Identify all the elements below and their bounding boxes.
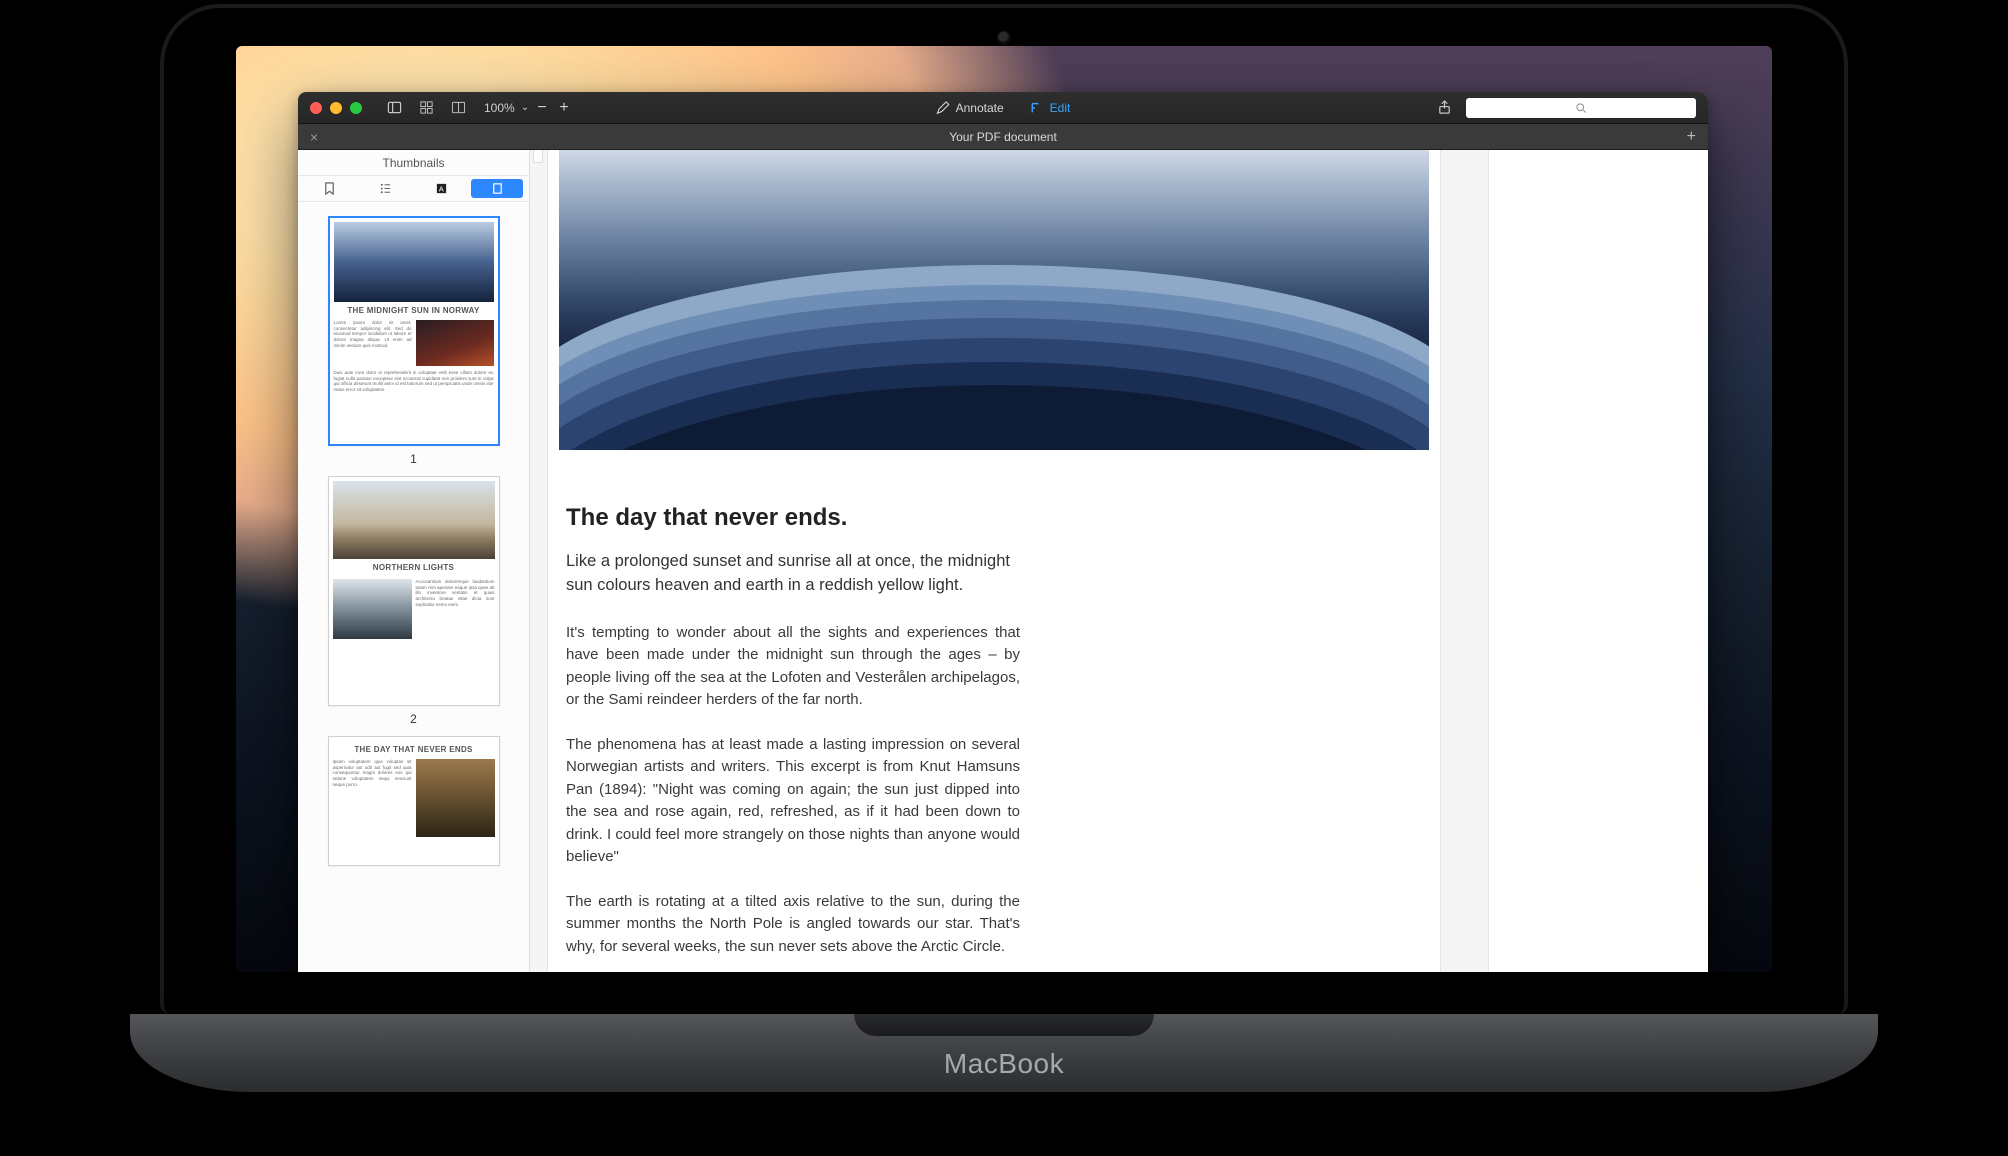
sidebar-tab-annotations[interactable]: A bbox=[416, 179, 468, 198]
tab-bar: × Your PDF document + bbox=[298, 124, 1708, 150]
tab-title[interactable]: Your PDF document bbox=[949, 130, 1057, 144]
inspector-panel bbox=[1488, 150, 1708, 972]
ruler-handle[interactable] bbox=[533, 150, 543, 163]
new-tab-button[interactable]: + bbox=[1687, 129, 1696, 145]
desktop-wallpaper: 100% ⌄ − + Annotate Edit bbox=[236, 46, 1772, 972]
document-paragraph: The earth is rotating at a tilted axis r… bbox=[566, 891, 1020, 959]
edit-mode-button[interactable]: Edit bbox=[1030, 101, 1071, 115]
macbook-label: MacBook bbox=[944, 1048, 1064, 1080]
chevron-down-icon[interactable]: ⌄ bbox=[521, 102, 529, 113]
view-two-page-button[interactable] bbox=[446, 98, 470, 118]
annotate-label: Annotate bbox=[956, 101, 1004, 115]
search-icon bbox=[1575, 102, 1587, 114]
fullscreen-window-button[interactable] bbox=[350, 102, 362, 114]
document-paragraph: It's tempting to wonder about all the si… bbox=[566, 622, 1020, 712]
thumbnail-list[interactable]: THE MIDNIGHT SUN IN NORWAY Lorem ipsum d… bbox=[298, 202, 529, 972]
thumb-title: THE MIDNIGHT SUN IN NORWAY bbox=[334, 306, 494, 316]
sidebar: Thumbnails A bbox=[298, 150, 530, 972]
toggle-sidebar-button[interactable] bbox=[382, 98, 406, 118]
thumbnail-page-1[interactable]: THE MIDNIGHT SUN IN NORWAY Lorem ipsum d… bbox=[328, 216, 500, 466]
zoom-level[interactable]: 100% bbox=[484, 101, 515, 115]
sidebar-mode-tabs: A bbox=[298, 176, 529, 202]
document-viewer[interactable]: The day that never ends. Like a prolonge… bbox=[530, 150, 1488, 972]
toolbar: 100% ⌄ − + Annotate Edit bbox=[298, 92, 1708, 124]
close-tab-button[interactable]: × bbox=[310, 130, 318, 144]
sidebar-tab-thumbnails[interactable] bbox=[471, 179, 523, 198]
document-paragraph: The phenomena has at least made a lastin… bbox=[566, 734, 1020, 869]
thumb-number: 2 bbox=[328, 712, 500, 726]
macbook-base: MacBook bbox=[130, 1014, 1878, 1092]
sidebar-tab-outline[interactable] bbox=[360, 179, 412, 198]
window-controls bbox=[310, 102, 362, 114]
document-title: The day that never ends. bbox=[566, 504, 1020, 532]
thumbnail-page-3[interactable]: THE DAY THAT NEVER ENDS Ipsam voluptatem… bbox=[328, 736, 500, 866]
close-window-button[interactable] bbox=[310, 102, 322, 114]
thumb-number: 1 bbox=[328, 452, 500, 466]
edit-label: Edit bbox=[1050, 101, 1071, 115]
thumbnail-page-2[interactable]: NORTHERN LIGHTS Accusantium doloremque l… bbox=[328, 476, 500, 726]
search-input[interactable] bbox=[1466, 98, 1696, 118]
camera-dot bbox=[997, 31, 1011, 45]
sidebar-tab-bookmarks[interactable] bbox=[304, 179, 356, 198]
document-page: The day that never ends. Like a prolonge… bbox=[548, 150, 1440, 972]
document-lead: Like a prolonged sunset and sunrise all … bbox=[566, 550, 1020, 598]
pdf-app-window: 100% ⌄ − + Annotate Edit bbox=[298, 92, 1708, 972]
sidebar-header: Thumbnails bbox=[298, 150, 529, 176]
zoom-in-button[interactable]: + bbox=[555, 100, 573, 116]
svg-text:A: A bbox=[439, 184, 444, 193]
annotate-mode-button[interactable]: Annotate bbox=[936, 101, 1004, 115]
share-button[interactable] bbox=[1432, 98, 1456, 118]
thumb-title: THE DAY THAT NEVER ENDS bbox=[333, 745, 495, 755]
thumb-title: NORTHERN LIGHTS bbox=[333, 563, 495, 573]
minimize-window-button[interactable] bbox=[330, 102, 342, 114]
hero-image bbox=[559, 150, 1429, 450]
view-grid-button[interactable] bbox=[414, 98, 438, 118]
zoom-out-button[interactable]: − bbox=[533, 100, 551, 116]
